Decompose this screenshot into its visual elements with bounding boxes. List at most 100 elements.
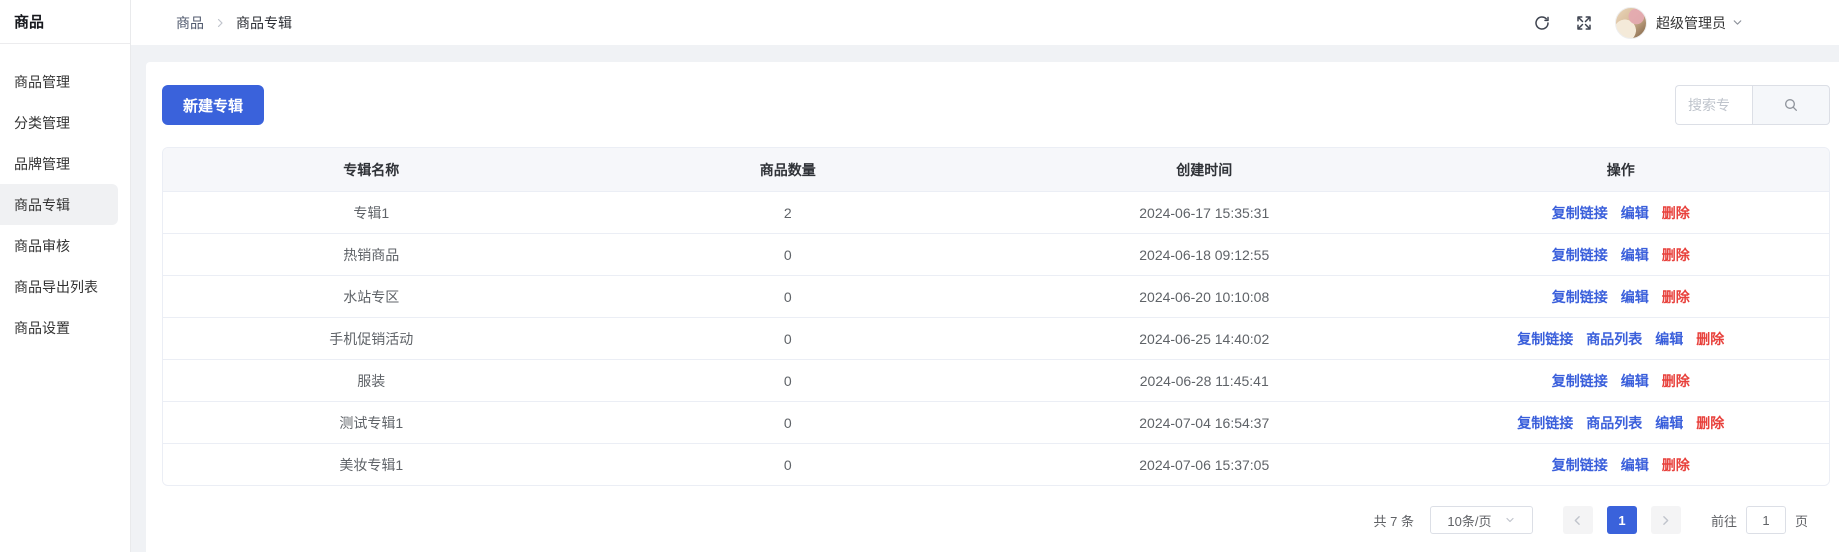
delete-action[interactable]: 删除 bbox=[1662, 245, 1690, 265]
pagination-total: 共 7 条 bbox=[1374, 511, 1414, 530]
created-time-cell: 2024-07-06 15:37:05 bbox=[996, 457, 1413, 473]
column-header-created-time: 创建时间 bbox=[996, 160, 1413, 180]
copy-link-action[interactable]: 复制链接 bbox=[1517, 329, 1573, 349]
main-column: 商品 商品专辑 超级管理员 bbox=[131, 0, 1839, 552]
delete-action[interactable]: 删除 bbox=[1696, 329, 1724, 349]
copy-link-action[interactable]: 复制链接 bbox=[1552, 455, 1608, 475]
created-time-cell: 2024-06-17 15:35:31 bbox=[996, 205, 1413, 221]
sidebar-item-link[interactable]: 商品管理 bbox=[0, 61, 118, 102]
next-page-button[interactable] bbox=[1651, 506, 1681, 534]
sidebar-item-link[interactable]: 商品导出列表 bbox=[0, 266, 118, 307]
product-count-cell: 0 bbox=[580, 457, 997, 473]
breadcrumb-item-products[interactable]: 商品 bbox=[176, 13, 204, 33]
table-row: 服装 0 2024-06-28 11:45:41 复制链接编辑删除 bbox=[163, 359, 1829, 401]
edit-action[interactable]: 编辑 bbox=[1621, 455, 1649, 475]
edit-action[interactable]: 编辑 bbox=[1621, 287, 1649, 307]
column-header-product-count: 商品数量 bbox=[580, 160, 997, 180]
sidebar-item-label: 商品设置 bbox=[14, 318, 70, 338]
sidebar-item-link[interactable]: 分类管理 bbox=[0, 102, 118, 143]
table-header-row: 专辑名称 商品数量 创建时间 操作 bbox=[163, 148, 1829, 191]
goto-page: 前往 页 bbox=[1711, 506, 1808, 534]
product-count-cell: 0 bbox=[580, 415, 997, 431]
table-row: 专辑1 2 2024-06-17 15:35:31 复制链接编辑删除 bbox=[163, 191, 1829, 233]
create-album-button[interactable]: 新建专辑 bbox=[162, 85, 264, 125]
product-list-action[interactable]: 商品列表 bbox=[1586, 329, 1642, 349]
page-size-value: 10条/页 bbox=[1447, 511, 1491, 530]
pagination: 共 7 条 10条/页 1 bbox=[162, 506, 1830, 534]
product-list-action[interactable]: 商品列表 bbox=[1586, 413, 1642, 433]
edit-action[interactable]: 编辑 bbox=[1621, 371, 1649, 391]
sidebar-item-label: 商品导出列表 bbox=[14, 277, 98, 297]
product-count-cell: 2 bbox=[580, 205, 997, 221]
edit-action[interactable]: 编辑 bbox=[1621, 203, 1649, 223]
topbar-actions: 超级管理员 bbox=[1533, 7, 1744, 39]
actions-cell: 复制链接商品列表编辑删除 bbox=[1413, 413, 1830, 433]
product-count-cell: 0 bbox=[580, 247, 997, 263]
product-count-cell: 0 bbox=[580, 373, 997, 389]
actions-cell: 复制链接编辑删除 bbox=[1413, 203, 1830, 223]
copy-link-action[interactable]: 复制链接 bbox=[1552, 203, 1608, 223]
actions-cell: 复制链接编辑删除 bbox=[1413, 245, 1830, 265]
prev-page-button[interactable] bbox=[1563, 506, 1593, 534]
sidebar-item-label: 品牌管理 bbox=[14, 154, 70, 174]
page-size-select[interactable]: 10条/页 bbox=[1430, 506, 1533, 534]
delete-action[interactable]: 删除 bbox=[1662, 455, 1690, 475]
sidebar-item-link[interactable]: 品牌管理 bbox=[0, 143, 118, 184]
fullscreen-icon[interactable] bbox=[1575, 14, 1593, 32]
chevron-left-icon bbox=[1571, 514, 1584, 527]
copy-link-action[interactable]: 复制链接 bbox=[1517, 413, 1573, 433]
breadcrumb: 商品 商品专辑 bbox=[176, 13, 292, 33]
copy-link-action[interactable]: 复制链接 bbox=[1552, 371, 1608, 391]
chevron-down-icon bbox=[1504, 514, 1516, 526]
search-input[interactable] bbox=[1675, 85, 1752, 125]
sidebar-item-label: 商品专辑 bbox=[14, 195, 70, 215]
refresh-icon[interactable] bbox=[1533, 14, 1551, 32]
search-icon bbox=[1783, 97, 1799, 113]
user-name[interactable]: 超级管理员 bbox=[1656, 13, 1726, 33]
table-row: 水站专区 0 2024-06-20 10:10:08 复制链接编辑删除 bbox=[163, 275, 1829, 317]
actions-cell: 复制链接编辑删除 bbox=[1413, 455, 1830, 475]
chevron-right-icon bbox=[1659, 514, 1672, 527]
sidebar-item-label: 分类管理 bbox=[14, 113, 70, 133]
goto-unit: 页 bbox=[1795, 511, 1808, 530]
album-name-cell: 手机促销活动 bbox=[163, 329, 580, 349]
page-number-1[interactable]: 1 bbox=[1607, 506, 1637, 534]
column-header-album-name: 专辑名称 bbox=[163, 160, 580, 180]
delete-action[interactable]: 删除 bbox=[1662, 371, 1690, 391]
sidebar-item-active[interactable]: 商品专辑 bbox=[0, 184, 118, 225]
chevron-down-icon[interactable] bbox=[1731, 16, 1744, 29]
album-name-cell: 服装 bbox=[163, 371, 580, 391]
actions-cell: 复制链接商品列表编辑删除 bbox=[1413, 329, 1830, 349]
edit-action[interactable]: 编辑 bbox=[1655, 413, 1683, 433]
delete-action[interactable]: 删除 bbox=[1696, 413, 1724, 433]
copy-link-action[interactable]: 复制链接 bbox=[1552, 287, 1608, 307]
delete-action[interactable]: 删除 bbox=[1662, 287, 1690, 307]
delete-action[interactable]: 删除 bbox=[1662, 203, 1690, 223]
table-row: 热销商品 0 2024-06-18 09:12:55 复制链接编辑删除 bbox=[163, 233, 1829, 275]
column-header-actions: 操作 bbox=[1413, 160, 1830, 180]
created-time-cell: 2024-06-20 10:10:08 bbox=[996, 289, 1413, 305]
product-count-cell: 0 bbox=[580, 289, 997, 305]
sidebar-item-link[interactable]: 商品设置 bbox=[0, 307, 118, 348]
chevron-right-icon bbox=[214, 17, 226, 29]
created-time-cell: 2024-07-04 16:54:37 bbox=[996, 415, 1413, 431]
sidebar-item-link[interactable]: 商品审核 bbox=[0, 225, 118, 266]
search-button[interactable] bbox=[1752, 85, 1830, 125]
created-time-cell: 2024-06-28 11:45:41 bbox=[996, 373, 1413, 389]
search-group bbox=[1675, 85, 1830, 125]
created-time-cell: 2024-06-25 14:40:02 bbox=[996, 331, 1413, 347]
album-name-cell: 水站专区 bbox=[163, 287, 580, 307]
edit-action[interactable]: 编辑 bbox=[1655, 329, 1683, 349]
album-name-cell: 美妆专辑1 bbox=[163, 455, 580, 475]
sidebar-title: 商品 bbox=[0, 0, 130, 44]
table-row: 测试专辑1 0 2024-07-04 16:54:37 复制链接商品列表编辑删除 bbox=[163, 401, 1829, 443]
copy-link-action[interactable]: 复制链接 bbox=[1552, 245, 1608, 265]
sidebar-nav: 商品管理 分类管理 品牌管理 商品专辑 商品审核 商品导出列表 商品设置 bbox=[0, 44, 130, 348]
actions-cell: 复制链接编辑删除 bbox=[1413, 371, 1830, 391]
avatar[interactable] bbox=[1615, 7, 1647, 39]
edit-action[interactable]: 编辑 bbox=[1621, 245, 1649, 265]
album-name-cell: 热销商品 bbox=[163, 245, 580, 265]
goto-page-input[interactable] bbox=[1746, 506, 1786, 534]
sidebar-item-label: 商品管理 bbox=[14, 72, 70, 92]
content-area: 新建专辑 专辑名称 商品数量 创建时间 bbox=[131, 45, 1839, 552]
